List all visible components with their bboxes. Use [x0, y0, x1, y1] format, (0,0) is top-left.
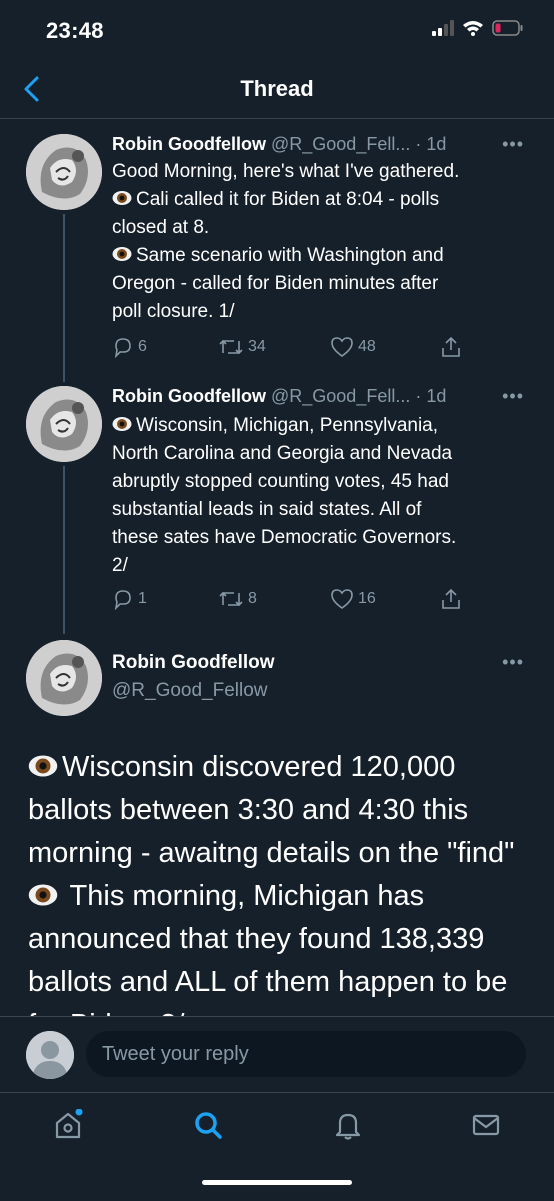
- main-author-name[interactable]: Robin Goodfellow: [112, 652, 275, 674]
- author-handle[interactable]: @R_Good_Fell...: [271, 386, 410, 406]
- retweet-count: 8: [248, 590, 257, 607]
- default-avatar-icon: [26, 1031, 74, 1079]
- tweet-line: This morning, Michigan has: [28, 875, 538, 918]
- page-title: Thread: [240, 76, 314, 101]
- share-icon: [442, 588, 460, 609]
- home-icon[interactable]: [52, 1109, 84, 1141]
- tweet-line: North Carolina and Georgia and Nevada: [112, 443, 453, 464]
- reply-count: 1: [138, 590, 147, 607]
- tweet-line: 2/: [112, 555, 128, 576]
- tweet-header: Robin Goodfellow @R_Good_Fell... · 1d: [112, 386, 446, 407]
- tweet-text: Good Morning, here's what I've gathered.…: [112, 158, 522, 326]
- eye-emoji-icon: [112, 417, 132, 431]
- tweet-line: Good Morning, here's what I've gathered.: [112, 161, 460, 182]
- tweet-actions: 1 8 16: [112, 588, 512, 614]
- tweet-line: closed at 8.: [112, 217, 210, 238]
- reply-count: 6: [138, 338, 147, 355]
- tweet-line: morning - awaitng details on the "find": [28, 837, 515, 869]
- tweet-age: · 1d: [415, 386, 447, 406]
- reply-icon: [114, 590, 131, 610]
- reply-icon: [114, 338, 131, 358]
- nav-bar: Thread: [0, 62, 554, 119]
- reply-button[interactable]: 6: [112, 336, 147, 358]
- tweet-line: announced that they found 138,339: [28, 923, 485, 955]
- messages-mail-icon[interactable]: [470, 1109, 502, 1141]
- author-name[interactable]: Robin Goodfellow: [112, 134, 266, 154]
- heart-icon: [331, 589, 353, 609]
- like-button[interactable]: 48: [330, 336, 376, 358]
- more-options-icon[interactable]: •••: [502, 134, 524, 155]
- tweet-line: ballots and ALL of them happen to be: [28, 966, 508, 998]
- tweet-line: Oregon - called for Biden minutes after: [112, 273, 439, 294]
- retweet-button[interactable]: 34: [218, 336, 266, 358]
- notifications-bell-icon[interactable]: [332, 1109, 364, 1141]
- share-button[interactable]: [440, 336, 462, 358]
- tweet-line: Wisconsin discovered 120,000: [28, 746, 538, 789]
- like-button[interactable]: 16: [330, 588, 376, 610]
- more-options-icon[interactable]: •••: [502, 386, 524, 407]
- more-options-icon[interactable]: •••: [502, 652, 524, 673]
- reply-bar: Tweet your reply: [0, 1016, 554, 1093]
- avatar[interactable]: [26, 386, 102, 462]
- like-count: 16: [358, 590, 376, 607]
- main-tweet-text: Wisconsin discovered 120,000 ballots bet…: [28, 746, 538, 1047]
- eye-emoji-icon: [28, 755, 58, 777]
- retweet-icon: [219, 591, 243, 607]
- tweet-line: poll closure. 1/: [112, 301, 235, 322]
- eye-emoji-icon: [28, 884, 58, 906]
- reply-input[interactable]: Tweet your reply: [86, 1031, 526, 1077]
- tweet-line: Wisconsin, Michigan, Pennsylvania,: [112, 412, 522, 440]
- retweet-icon: [219, 339, 243, 355]
- heart-icon: [331, 337, 353, 357]
- share-icon: [442, 336, 460, 357]
- thread-connector: [63, 466, 65, 634]
- tweet-line: ballots between 3:30 and 4:30 this: [28, 794, 469, 826]
- tweet-line: Same scenario with Washington and: [112, 242, 522, 270]
- retweet-count: 34: [248, 338, 266, 355]
- thread-connector: [63, 214, 65, 382]
- user-avatar[interactable]: [26, 1031, 74, 1079]
- tweet-line: Cali called it for Biden at 8:04 - polls: [112, 186, 522, 214]
- share-button[interactable]: [440, 588, 462, 610]
- main-author-handle[interactable]: @R_Good_Fellow: [112, 680, 268, 702]
- reply-button[interactable]: 1: [112, 588, 147, 610]
- status-time: 23:48: [46, 18, 104, 43]
- avatar-image: [26, 134, 102, 210]
- retweet-button[interactable]: 8: [218, 588, 257, 610]
- tweet-text: Wisconsin, Michigan, Pennsylvania, North…: [112, 412, 522, 580]
- tweet-actions: 6 34 48: [112, 336, 512, 362]
- author-name[interactable]: Robin Goodfellow: [112, 386, 266, 406]
- search-icon[interactable]: [192, 1109, 224, 1141]
- tweet-line: abruptly stopped counting votes, 45 had: [112, 471, 449, 492]
- like-count: 48: [358, 338, 376, 355]
- signal-icon: [432, 20, 454, 36]
- battery-icon: [492, 20, 523, 36]
- status-bar: 23:48: [0, 0, 554, 62]
- home-indicator: [202, 1180, 352, 1185]
- tweet-age: · 1d: [415, 134, 447, 154]
- wifi-icon: [463, 21, 483, 36]
- tweet-header: Robin Goodfellow @R_Good_Fell... · 1d: [112, 134, 446, 155]
- tweet-line: substantial leads in said states. All of: [112, 499, 422, 520]
- avatar-image: [26, 640, 102, 716]
- tweet-line: these sates have Democratic Governors.: [112, 527, 457, 548]
- status-icons: [432, 20, 524, 36]
- eye-emoji-icon: [112, 247, 132, 261]
- avatar[interactable]: [26, 134, 102, 210]
- avatar[interactable]: [26, 640, 102, 716]
- eye-emoji-icon: [112, 191, 132, 205]
- author-handle[interactable]: @R_Good_Fell...: [271, 134, 410, 154]
- avatar-image: [26, 386, 102, 462]
